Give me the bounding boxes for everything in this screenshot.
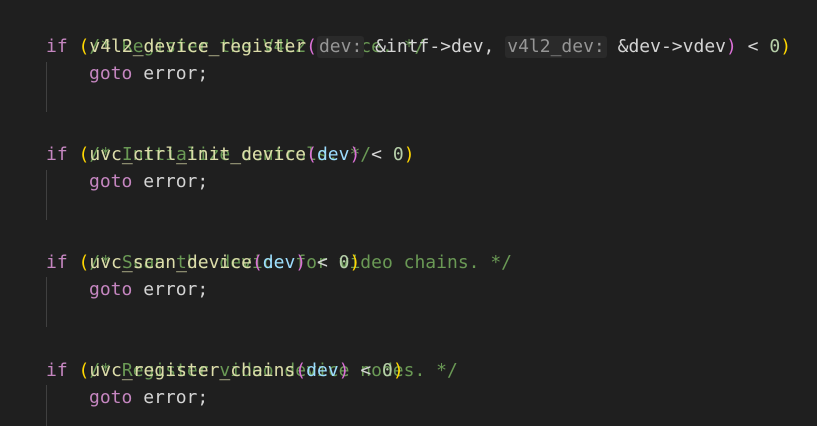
operator: <: [360, 144, 393, 165]
code-line[interactable]: if (v4l2_device_register(dev: &intf->dev…: [46, 33, 791, 60]
keyword-if: if: [46, 252, 68, 273]
inlay-hint-v4l2-dev: v4l2_dev:: [505, 36, 607, 58]
code-editor[interactable]: /* Register the V4L2 device. */ if (v4l2…: [0, 0, 817, 426]
argument: &intf->dev: [375, 36, 484, 57]
label-statement: error;: [132, 171, 209, 192]
paren-close: ): [295, 252, 307, 273]
code-line[interactable]: if (uvc_ctrl_init_device(dev) < 0): [46, 141, 415, 168]
keyword-if: if: [46, 360, 68, 381]
paren-close: ): [780, 36, 792, 57]
paren-open: (: [251, 252, 263, 273]
paren-close: ): [726, 36, 737, 57]
number-literal: 0: [338, 252, 350, 273]
code-line[interactable]: goto error;: [89, 384, 208, 411]
operator: <: [306, 252, 339, 273]
code-line[interactable]: goto error;: [89, 60, 208, 87]
function-name: v4l2_device_register: [89, 36, 307, 57]
paren-close: ): [392, 360, 404, 381]
keyword-goto: goto: [89, 279, 133, 300]
paren-open: (: [78, 36, 90, 57]
function-name: uvc_ctrl_init_device: [89, 144, 307, 165]
code-line[interactable]: /* Register video device nodes. */: [46, 330, 457, 381]
paren-close: ): [338, 360, 350, 381]
number-literal: 0: [382, 360, 393, 381]
keyword-if: if: [46, 36, 68, 57]
keyword-goto: goto: [89, 171, 133, 192]
code-line[interactable]: /* Register the V4L2 device. */: [46, 6, 425, 57]
code-line[interactable]: if (uvc_register_chains(dev) < 0): [46, 357, 404, 384]
code-line[interactable]: goto error;: [89, 276, 208, 303]
keyword-goto: goto: [89, 63, 133, 84]
paren-open: (: [78, 144, 90, 165]
paren-close: ): [349, 144, 361, 165]
number-literal: 0: [769, 36, 781, 57]
inlay-hint-dev: dev:: [316, 36, 365, 58]
code-line[interactable]: /* Initialize controls. */: [46, 114, 371, 165]
code-line[interactable]: /* Scan the device for video chains. */: [46, 222, 512, 273]
paren-open: (: [78, 360, 90, 381]
argument: &dev->vdev: [617, 36, 726, 57]
paren-open: (: [306, 36, 317, 57]
label-statement: error;: [132, 279, 209, 300]
argument: dev: [262, 252, 296, 273]
code-line[interactable]: goto error;: [89, 168, 208, 195]
label-statement: error;: [132, 387, 209, 408]
keyword-goto: goto: [89, 387, 133, 408]
paren-close: ): [349, 252, 361, 273]
argument: dev: [306, 360, 339, 381]
paren-open: (: [78, 252, 90, 273]
paren-open: (: [295, 360, 307, 381]
paren-close: ): [403, 144, 415, 165]
function-name: uvc_register_chains: [89, 360, 296, 381]
keyword-if: if: [46, 144, 68, 165]
paren-open: (: [306, 144, 317, 165]
comma: ,: [483, 36, 506, 57]
operator: <: [349, 360, 382, 381]
label-statement: error;: [132, 63, 209, 84]
number-literal: 0: [392, 144, 404, 165]
code-line[interactable]: if (uvc_scan_device(dev) < 0): [46, 249, 360, 276]
operator: <: [736, 36, 770, 57]
function-name: uvc_scan_device: [89, 252, 252, 273]
argument: dev: [316, 144, 350, 165]
